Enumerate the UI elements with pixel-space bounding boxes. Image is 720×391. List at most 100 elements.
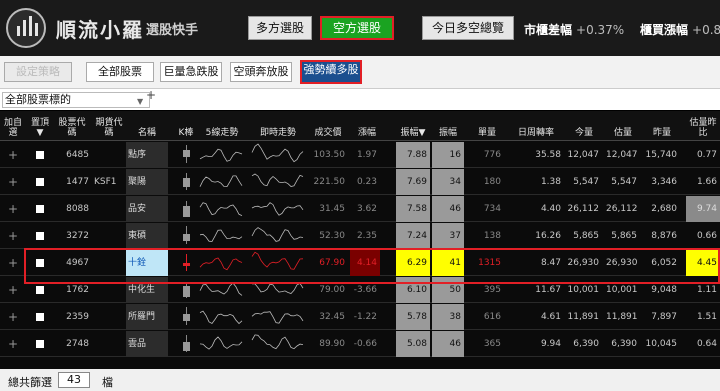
pin-checkbox[interactable] <box>30 223 50 249</box>
overview-button[interactable]: 今日多空總覽 <box>422 16 514 40</box>
add-watchlist-button[interactable]: + <box>0 169 26 195</box>
kbar-icon <box>178 277 196 303</box>
pin-checkbox[interactable] <box>30 250 50 276</box>
amplitude2: 34 <box>432 169 464 195</box>
checkbox-icon <box>36 232 44 240</box>
short-select-button[interactable]: 空方選股 <box>320 16 394 40</box>
kbar-body <box>183 206 190 217</box>
filter-bar: 全部股票標的 ▼ + <box>0 88 720 110</box>
add-watchlist-button[interactable]: + <box>0 223 26 249</box>
est-ratio: 0.64 <box>696 339 717 349</box>
futures-code <box>92 304 120 330</box>
pin-checkbox[interactable] <box>30 331 50 357</box>
add-watchlist-button[interactable]: + <box>0 331 26 357</box>
add-filter-button[interactable]: + <box>146 88 156 102</box>
table-row[interactable]: +2748 雲品 89.90 -0.66 5.08 46 365 9.94 6,390 6,390… <box>0 331 720 357</box>
add-watchlist-button[interactable]: + <box>0 250 26 276</box>
tick-volume: 395 <box>483 285 501 295</box>
pin-checkbox[interactable] <box>30 304 50 330</box>
futures-code <box>92 223 120 249</box>
trend5-sparkline <box>198 196 246 222</box>
trend5-sparkline <box>198 250 246 276</box>
table-row[interactable]: +3272 東碩 52.30 2.35 7.24 37 138 16.26 5,865 5,865… <box>0 223 720 249</box>
stock-universe-select[interactable]: 全部股票標的 ▼ <box>2 92 150 108</box>
set-strategy-button[interactable]: 設定策略 <box>4 62 72 82</box>
ticker-otc-change: 櫃買漲幅 +0.8 <box>640 21 720 38</box>
stock-name[interactable]: 十銓 <box>126 250 168 276</box>
stock-name[interactable]: 所羅門 <box>126 304 168 330</box>
add-watchlist-button[interactable]: + <box>0 196 26 222</box>
add-watchlist-button[interactable]: + <box>0 142 26 168</box>
realtime-sparkline <box>250 331 306 357</box>
add-watchlist-button[interactable]: + <box>0 277 26 303</box>
stock-name[interactable]: 雲品 <box>126 331 168 357</box>
col-name[interactable]: 名稱 <box>126 111 168 141</box>
kbar-icon <box>178 196 196 222</box>
change: -3.66 <box>353 285 377 295</box>
pin-checkbox[interactable] <box>30 169 50 195</box>
amplitude: 7.24 <box>396 223 430 249</box>
table-row[interactable]: +8088 品安 31.45 3.62 7.58 46 734 4.40 26,112 26,11… <box>0 196 720 222</box>
trend5-sparkline <box>198 277 246 303</box>
col-today-volume[interactable]: 今量 <box>566 111 602 141</box>
col-amplitude2[interactable]: 振幅 <box>432 111 464 141</box>
stock-name[interactable]: 中化生 <box>126 277 168 303</box>
realtime-sparkline <box>250 196 306 222</box>
table-row[interactable]: +4967 十銓 67.90 4.14 6.29 41 1315 8.47 26,930 26,9… <box>0 250 720 276</box>
futures-code <box>92 331 120 357</box>
amplitude2: 46 <box>432 196 464 222</box>
col-amplitude[interactable]: 振幅▼ <box>396 111 430 141</box>
ticker-value: +0.8 <box>692 23 720 37</box>
col-pin[interactable]: 置頂▼ <box>28 111 52 141</box>
yest-volume: 3,346 <box>651 177 677 187</box>
table-row[interactable]: +6485 點序 103.50 1.97 7.88 16 776 35.58 12,047 12,… <box>0 142 720 168</box>
ticker-label: 市櫃差幅 <box>524 23 573 37</box>
stock-code: 2359 <box>66 312 89 322</box>
add-watchlist-button[interactable]: + <box>0 304 26 330</box>
table-row[interactable]: +2359 所羅門 32.45 -1.22 5.78 38 616 4.61 11,891 11,… <box>0 304 720 330</box>
pin-checkbox[interactable] <box>30 277 50 303</box>
stock-name[interactable]: 點序 <box>126 142 168 168</box>
est-ratio: 4.45 <box>686 250 720 276</box>
est-volume: 6,390 <box>611 339 637 349</box>
futures-code <box>92 250 120 276</box>
status-bar: 總共篩選 43 檔 <box>0 369 720 391</box>
pin-checkbox[interactable] <box>30 196 50 222</box>
col-futures[interactable]: 期貨代碼 <box>94 111 124 141</box>
pin-checkbox[interactable] <box>30 142 50 168</box>
col-tick-volume[interactable]: 單量 <box>470 111 504 141</box>
checkbox-icon <box>36 205 44 213</box>
stock-name[interactable]: 品安 <box>126 196 168 222</box>
col-code[interactable]: 股票代碼 <box>56 111 88 141</box>
col-est-volume[interactable]: 估量 <box>606 111 640 141</box>
col-realtime: 即時走勢 <box>259 128 296 138</box>
est-ratio: 1.66 <box>696 177 717 187</box>
col-yest-volume[interactable]: 昨量 <box>644 111 680 141</box>
tab-bear-release[interactable]: 空頭奔放股 <box>230 62 292 82</box>
col-price[interactable]: 成交價 <box>308 111 348 141</box>
price: 79.00 <box>319 285 345 295</box>
table-row[interactable]: +1477 KSF1 聚陽 221.50 0.23 7.69 34 180 1.38 5,547 5… <box>0 169 720 195</box>
est-volume: 11,891 <box>606 312 638 322</box>
tab-volume-drop[interactable]: 巨量急跌股 <box>160 62 222 82</box>
col-turnover[interactable]: 日周轉率 <box>508 111 564 141</box>
realtime-sparkline <box>250 250 306 276</box>
filter-count-unit: 檔 <box>102 376 113 389</box>
filter-count: 43 <box>58 372 90 388</box>
kbar-icon <box>178 142 196 168</box>
long-select-button[interactable]: 多方選股 <box>248 16 312 40</box>
tab-all-stocks[interactable]: 全部股票 <box>86 62 154 82</box>
amplitude2: 37 <box>432 223 464 249</box>
kbar-body <box>183 234 190 241</box>
today-volume: 26,112 <box>567 204 600 214</box>
table-row[interactable]: +1762 中化生 79.00 -3.66 6.10 50 395 11.67 10,001 10… <box>0 277 720 303</box>
stock-name[interactable]: 聚陽 <box>126 169 168 195</box>
kbar-icon <box>178 250 196 276</box>
chevron-down-icon: ▼ <box>137 97 144 106</box>
checkbox-icon <box>36 340 44 348</box>
stock-name[interactable]: 東碩 <box>126 223 168 249</box>
tab-strong-continue[interactable]: 強勢續多股 <box>300 60 362 84</box>
est-ratio: 1.51 <box>696 312 717 322</box>
col-change[interactable]: 漲幅 <box>352 111 382 141</box>
col-est-ratio[interactable]: 估量昨比 <box>686 111 720 141</box>
